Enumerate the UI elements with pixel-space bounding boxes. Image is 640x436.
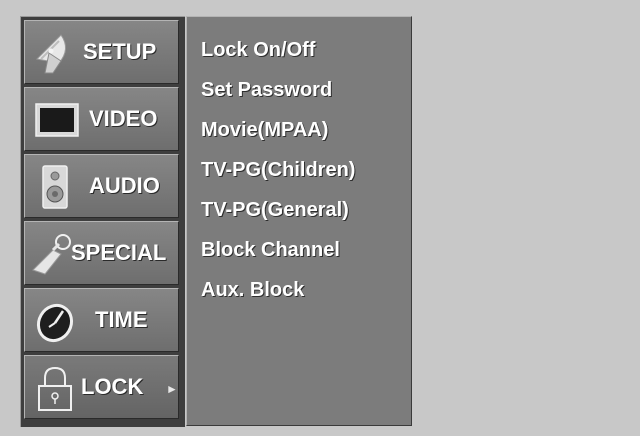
- menu-item-label: AUDIO: [89, 173, 160, 198]
- selected-arrow-icon: ►: [166, 382, 178, 396]
- padlock-icon: [38, 366, 72, 411]
- menu-item-label: VIDEO: [89, 106, 158, 131]
- speaker-icon: [42, 165, 68, 209]
- submenu-item-aux-block[interactable]: Aux. Block: [201, 279, 304, 302]
- satellite-dish-icon: [35, 34, 66, 74]
- submenu-item-movie-mpaa[interactable]: Movie(MPAA): [201, 119, 328, 142]
- lock-submenu: Lock On/Off Set Password Movie(MPAA) TV-…: [186, 16, 412, 426]
- submenu-item-tv-pg-children[interactable]: TV-PG(Children): [201, 159, 355, 182]
- submenu-item-set-password[interactable]: Set Password: [201, 79, 332, 102]
- main-menu-column: SETUP VIDEO AUDIO SPECIAL TIME LOCK ►: [20, 16, 185, 427]
- key-icon: [32, 234, 71, 275]
- submenu-item-tv-pg-general[interactable]: TV-PG(General): [201, 199, 349, 222]
- menu-item-video[interactable]: VIDEO: [24, 87, 179, 151]
- menu-item-label: LOCK: [81, 374, 144, 399]
- menu-item-setup[interactable]: SETUP: [24, 20, 179, 84]
- menu-item-time[interactable]: TIME: [24, 288, 179, 352]
- clock-icon: [36, 303, 74, 343]
- menu-item-special[interactable]: SPECIAL: [24, 221, 179, 285]
- submenu-item-block-channel[interactable]: Block Channel: [201, 239, 340, 262]
- tv-screen-icon: [35, 103, 79, 137]
- menu-item-label: TIME: [95, 307, 148, 332]
- menu-item-label: SETUP: [83, 39, 157, 64]
- menu-item-label: SPECIAL: [71, 240, 167, 265]
- osd-menu: SETUP VIDEO AUDIO SPECIAL TIME LOCK ► Lo…: [20, 16, 412, 427]
- menu-item-lock[interactable]: LOCK ►: [24, 355, 179, 419]
- menu-item-audio[interactable]: AUDIO: [24, 154, 179, 218]
- submenu-item-lock-on-off[interactable]: Lock On/Off: [201, 39, 315, 62]
